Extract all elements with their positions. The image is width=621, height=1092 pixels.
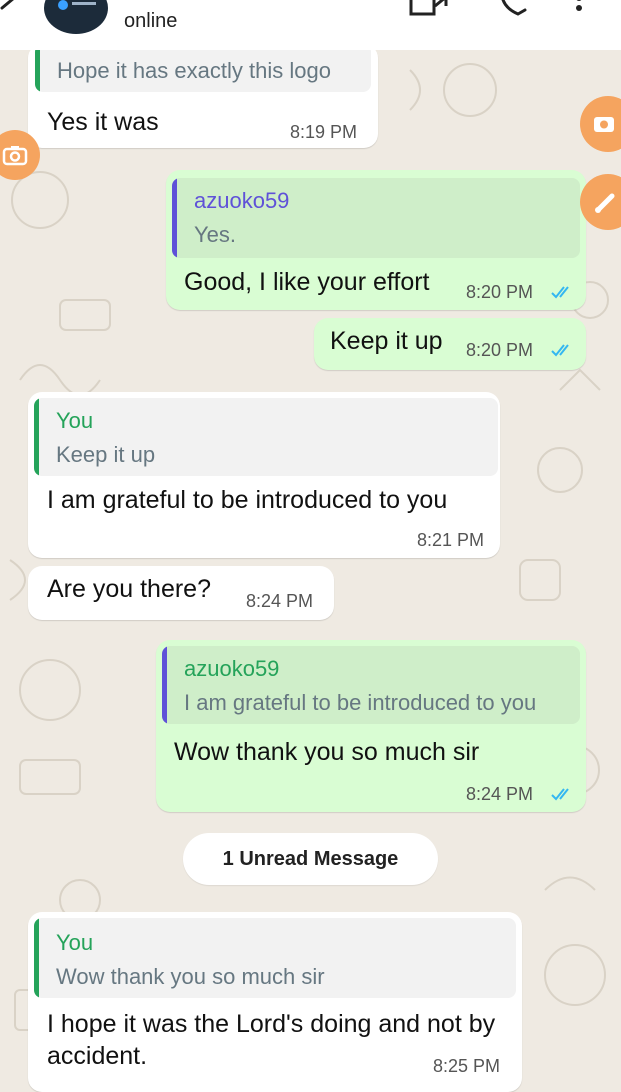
message-bubble-outgoing[interactable]: azuoko59 I am grateful to be introduced … [156, 640, 586, 812]
quoted-message[interactable]: Hope it has exactly this logo [35, 44, 371, 92]
message-text: I am grateful to be introduced to you [47, 486, 448, 514]
message-text: Keep it up [330, 327, 443, 355]
message-time: 8:20 PM [466, 340, 534, 360]
quoted-message[interactable]: azuoko59 I am grateful to be introduced … [162, 646, 580, 724]
video-call-icon[interactable] [408, 0, 448, 25]
message-bubble-incoming[interactable]: Hope it has exactly this logo Yes it was… [28, 44, 378, 148]
message-text: Are you there? [47, 575, 211, 603]
message-time: 8:20 PM [466, 282, 534, 302]
quoted-message[interactable]: You Keep it up [34, 398, 498, 476]
message-time: 8:21 PM [417, 530, 485, 550]
message-time: 8:24 PM [246, 591, 314, 611]
message-time: 8:24 PM [466, 784, 534, 804]
message-bubble-incoming[interactable]: Are you there? 8:24 PM [28, 566, 334, 620]
message-bubble-outgoing[interactable]: Keep it up 8:20 PM [314, 318, 586, 370]
message-time: 8:25 PM [433, 1056, 501, 1076]
quoted-text: I am grateful to be introduced to you [184, 690, 537, 715]
read-receipt-icon [551, 286, 569, 299]
camera-icon [594, 117, 614, 132]
message-bubble-incoming[interactable]: You Keep it up I am grateful to be intro… [28, 392, 500, 558]
quoted-message[interactable]: azuoko59 Yes. [172, 178, 580, 258]
unread-messages-divider: 1 Unread Message [183, 833, 438, 885]
message-bubble-incoming[interactable]: You Wow thank you so much sir I hope it … [28, 912, 522, 1092]
quoted-author: You [56, 930, 94, 955]
read-receipt-icon [551, 344, 569, 357]
quoted-author: azuoko59 [194, 188, 290, 213]
quoted-text: Yes. [194, 222, 237, 247]
contact-status: online [124, 10, 178, 32]
edit-pencil-icon [595, 193, 615, 213]
back-arrow-icon[interactable] [0, 0, 26, 29]
message-text: Good, I like your effort [184, 268, 430, 296]
avatar[interactable] [44, 0, 108, 34]
message-bubble-outgoing[interactable]: azuoko59 Yes. Good, I like your effort 8… [166, 170, 586, 310]
phone-icon[interactable] [498, 0, 530, 25]
quoted-text: Keep it up [56, 442, 156, 467]
read-receipt-icon [551, 788, 569, 801]
camera-icon [2, 146, 28, 166]
chat-header: online [0, 0, 621, 50]
message-text: Yes it was [47, 108, 159, 136]
message-time: 8:19 PM [290, 122, 358, 142]
quoted-text: Wow thank you so much sir [56, 964, 325, 989]
more-options-icon[interactable] [574, 0, 584, 25]
quoted-text: Hope it has exactly this logo [57, 58, 331, 83]
quoted-author: azuoko59 [184, 656, 280, 681]
quoted-message[interactable]: You Wow thank you so much sir [34, 918, 516, 998]
message-text: Wow thank you so much sir [174, 738, 480, 766]
quoted-author: You [56, 408, 94, 433]
